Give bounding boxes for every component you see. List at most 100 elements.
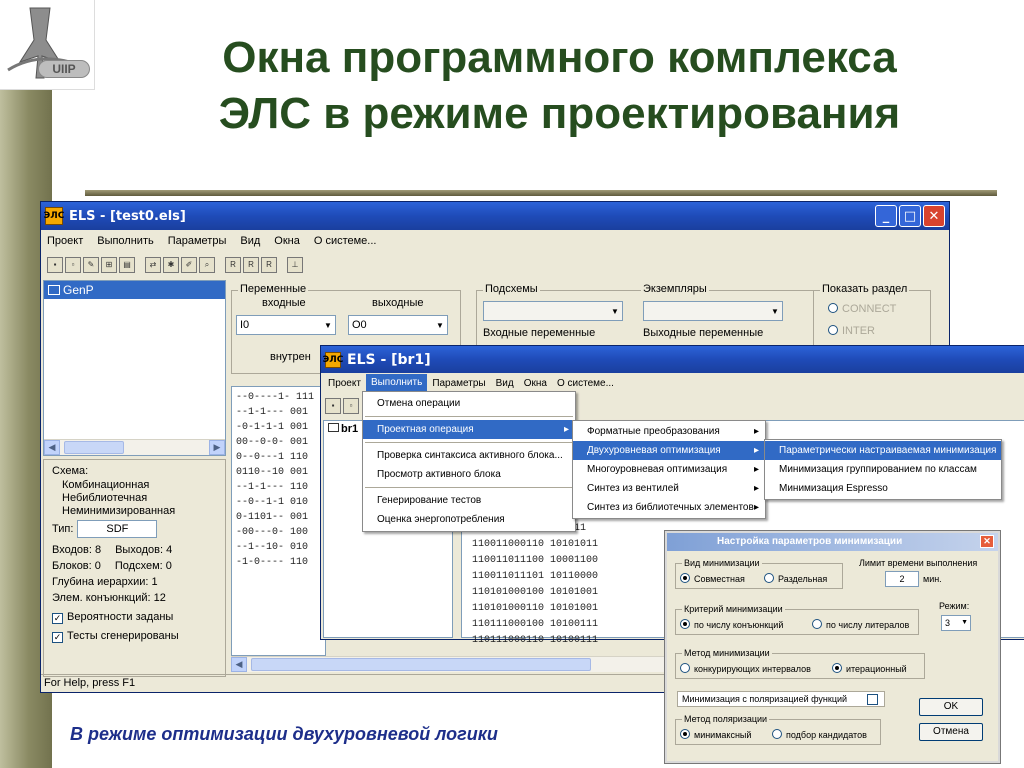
copy-icon[interactable]: ▫ bbox=[65, 257, 81, 273]
menu-item-gates[interactable]: Синтез из вентилей ▸ bbox=[573, 479, 765, 498]
report1-icon[interactable]: R bbox=[225, 257, 241, 273]
project-tree[interactable]: GenP ◀ ▶ bbox=[43, 280, 226, 456]
maximize-button[interactable]: □ bbox=[899, 205, 921, 227]
save-icon[interactable]: ▪ bbox=[325, 398, 341, 414]
submenu-arrow-icon: ▸ bbox=[563, 424, 569, 435]
menu-item-gen-tests[interactable]: Генерирование тестов bbox=[363, 491, 575, 510]
scroll-left-icon[interactable]: ◀ bbox=[231, 657, 247, 672]
scroll-right-icon[interactable]: ▶ bbox=[209, 440, 225, 455]
report3-icon[interactable]: R bbox=[261, 257, 277, 273]
scroll-left-icon[interactable]: ◀ bbox=[44, 440, 60, 455]
menu-item-design-op[interactable]: Проектная операция ▸ bbox=[363, 420, 575, 439]
scroll-thumb[interactable] bbox=[64, 441, 124, 454]
close-button[interactable]: ✕ bbox=[923, 205, 945, 227]
menu-item-format[interactable]: Форматные преобразования ▸ bbox=[573, 422, 765, 441]
menu-windows[interactable]: Окна bbox=[274, 235, 300, 247]
show-section-group: Показать раздел CONNECT INTER bbox=[813, 283, 931, 350]
menu-item-undo[interactable]: Отмена операции bbox=[363, 394, 575, 413]
menu-item-param-min[interactable]: Параметрически настраиваемая минимизация bbox=[765, 441, 1001, 460]
input-vars-select[interactable]: I0 ▼ bbox=[236, 315, 336, 335]
subcircuits-select[interactable]: ▼ bbox=[483, 301, 623, 321]
method-intervals-radio[interactable]: конкурирующих интервалов bbox=[680, 663, 811, 674]
output-vars-select[interactable]: O0 ▼ bbox=[348, 315, 448, 335]
table-icon[interactable]: ▤ bbox=[119, 257, 135, 273]
menu-item-espresso[interactable]: Минимизация Espresso bbox=[765, 479, 1001, 498]
chevron-down-icon: ▼ bbox=[611, 306, 619, 316]
menu-view[interactable]: Вид bbox=[240, 235, 260, 247]
criterion-group: Критерий минимизации по числу конъюнкций… bbox=[675, 604, 919, 635]
kind-joint-radio[interactable]: Совместная bbox=[680, 573, 745, 584]
report2-icon[interactable]: R bbox=[243, 257, 259, 273]
mode-spinner[interactable]: 3 ▼ bbox=[941, 615, 971, 631]
scroll-thumb[interactable] bbox=[251, 658, 591, 671]
child-menubar: Проект Выполнить Параметры Вид Окна О си… bbox=[321, 373, 1024, 393]
menu-item-twolevel[interactable]: Двухуровневая оптимизация ▸ bbox=[573, 441, 765, 460]
kind-separate-radio[interactable]: Раздельная bbox=[764, 573, 827, 584]
tree-scrollbar[interactable]: ◀ ▶ bbox=[44, 439, 225, 455]
minimize-button[interactable]: _ bbox=[875, 205, 897, 227]
instances-select[interactable]: ▼ bbox=[643, 301, 783, 321]
input-vars-label: входные bbox=[262, 297, 306, 309]
run-menu: Отмена операции Проектная операция ▸ Пров… bbox=[362, 391, 576, 532]
menu-run[interactable]: Выполнить bbox=[97, 235, 153, 247]
table-row: 0-1101-- 001 bbox=[236, 512, 309, 523]
copy-icon[interactable]: ▫ bbox=[343, 398, 359, 414]
polarization-checkbox[interactable]: Минимизация с поляризацией функций bbox=[677, 691, 885, 707]
crit-conj-radio[interactable]: по числу конъюнкций bbox=[680, 619, 783, 630]
plug-icon[interactable]: ⊥ bbox=[287, 257, 303, 273]
child-menu-params[interactable]: Параметры bbox=[427, 378, 490, 389]
save-icon[interactable]: ▪ bbox=[47, 257, 63, 273]
block-icon bbox=[48, 285, 60, 295]
outputs-count: Выходов: 4 bbox=[115, 544, 173, 556]
child-menu-run[interactable]: Выполнить bbox=[365, 374, 428, 392]
output-vars-label: выходные bbox=[372, 297, 424, 309]
polar-candidates-radio[interactable]: подбор кандидатов bbox=[772, 729, 867, 740]
child-menu-project[interactable]: Проект bbox=[323, 378, 366, 389]
table-row: --0--1-1 010 bbox=[236, 497, 309, 508]
run-icon[interactable]: ✱ bbox=[163, 257, 179, 273]
menu-item-view-block[interactable]: Просмотр активного блока bbox=[363, 465, 575, 484]
tree-icon[interactable]: ⊞ bbox=[101, 257, 117, 273]
main-h-scrollbar[interactable]: ◀ bbox=[231, 656, 665, 672]
crit-literals-radio[interactable]: по числу литералов bbox=[812, 619, 909, 630]
menu-params[interactable]: Параметры bbox=[168, 235, 227, 247]
menu-item-library[interactable]: Синтез из библиотечных элементов ▸ bbox=[573, 498, 765, 517]
type-value: SDF bbox=[77, 520, 158, 538]
inst-outputs-label: Выходные переменные bbox=[643, 327, 764, 339]
inputs-count: Входов: 8 bbox=[52, 544, 102, 556]
child-menu-about[interactable]: О системе... bbox=[552, 378, 619, 389]
child-menu-view[interactable]: Вид bbox=[491, 378, 519, 389]
design-submenu: Форматные преобразования ▸ Двухуровневая … bbox=[572, 420, 766, 519]
pencil-icon[interactable]: ✐ bbox=[181, 257, 197, 273]
probabilities-checkbox[interactable]: ✓ Вероятности заданы bbox=[52, 609, 217, 625]
checkbox-checked-icon: ✓ bbox=[52, 632, 63, 643]
tests-checkbox[interactable]: ✓ Тесты сгенерированы bbox=[52, 628, 217, 644]
ok-button[interactable]: OK bbox=[919, 698, 983, 716]
tree-item-genp[interactable]: GenP bbox=[44, 281, 225, 299]
child-menu-windows[interactable]: Окна bbox=[519, 378, 552, 389]
method-label: Метод минимизации bbox=[682, 648, 772, 658]
child-window-titlebar[interactable]: ЭЛС ELS - [br1] bbox=[321, 346, 1024, 373]
main-toolbar: ▪ ▫ ✎ ⊞ ▤ ⇄ ✱ ✐ ⌕ R R R ⊥ bbox=[41, 252, 949, 278]
twolevel-submenu: Параметрически настраиваемая минимизация… bbox=[764, 439, 1002, 500]
search-icon[interactable]: ⌕ bbox=[199, 257, 215, 273]
edit-icon[interactable]: ✎ bbox=[83, 257, 99, 273]
show-inter-radio[interactable]: INTER bbox=[828, 325, 875, 337]
menu-item-multilevel[interactable]: Многоуровневая оптимизация ▸ bbox=[573, 460, 765, 479]
kind-group: Вид минимизации Совместная Раздельная bbox=[675, 558, 843, 589]
menu-item-syntax-check[interactable]: Проверка синтаксиса активного блока... bbox=[363, 446, 575, 465]
cancel-button[interactable]: Отмена bbox=[919, 723, 983, 741]
time-limit-input[interactable]: 2 bbox=[885, 571, 919, 587]
menu-item-group-min[interactable]: Минимизация группированием по классам bbox=[765, 460, 1001, 479]
main-window-titlebar[interactable]: ЭЛС ELS - [test0.els] _ □ ✕ bbox=[41, 202, 949, 230]
close-icon[interactable]: ✕ bbox=[980, 535, 994, 548]
polar-minimax-radio[interactable]: минимаксный bbox=[680, 729, 751, 740]
dialog-titlebar[interactable]: Настройка параметров минимизации ✕ bbox=[667, 533, 998, 551]
method-iterative-radio[interactable]: итерационный bbox=[832, 663, 907, 674]
show-connect-radio[interactable]: CONNECT bbox=[828, 303, 896, 315]
truth-table-pane[interactable]: --0----1- 111 --1-1--- 001 -0-1-1-1 001 … bbox=[231, 386, 326, 656]
transfer-icon[interactable]: ⇄ bbox=[145, 257, 161, 273]
menu-about[interactable]: О системе... bbox=[314, 235, 377, 247]
menu-item-power[interactable]: Оценка энергопотребления bbox=[363, 510, 575, 529]
menu-project[interactable]: Проект bbox=[47, 235, 83, 247]
